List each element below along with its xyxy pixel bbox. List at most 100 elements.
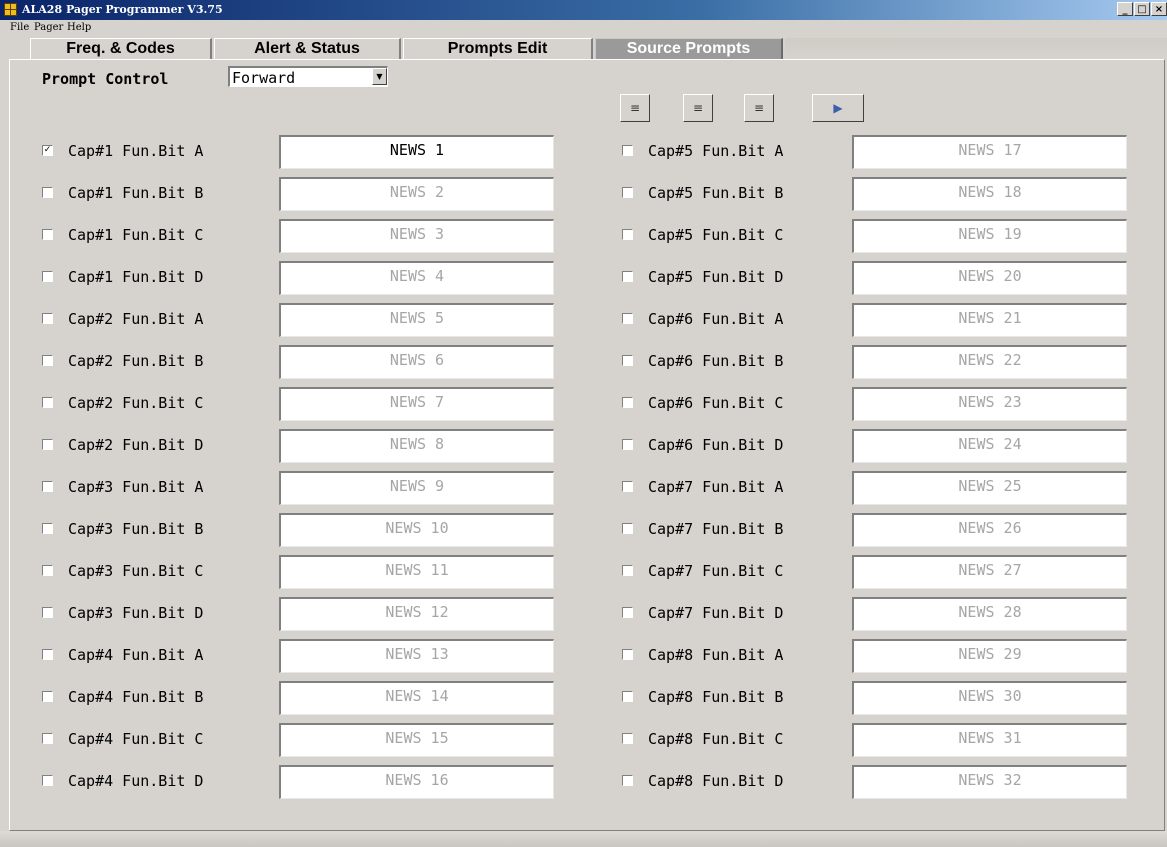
prompt-control-select[interactable]: Forward ▼: [228, 66, 388, 87]
prompt-text-field[interactable]: NEWS 17: [852, 135, 1127, 169]
prompt-text-field[interactable]: NEWS 5: [279, 303, 554, 337]
close-button[interactable]: ×: [1151, 2, 1167, 16]
prompt-text-value: NEWS 9: [389, 477, 445, 495]
prompt-checkbox[interactable]: [42, 229, 53, 240]
prompt-checkbox[interactable]: [42, 733, 53, 744]
prompt-text-field[interactable]: NEWS 26: [852, 513, 1127, 547]
prompt-checkbox[interactable]: [42, 271, 53, 282]
prompt-text-field[interactable]: NEWS 15: [279, 723, 554, 757]
tab-prompts-edit[interactable]: Prompts Edit: [403, 38, 593, 59]
prompt-checkbox[interactable]: [622, 523, 633, 534]
align-left-icon: ≡: [753, 101, 765, 115]
prompt-text-value: NEWS 13: [385, 645, 449, 663]
prompt-text-field[interactable]: NEWS 14: [279, 681, 554, 715]
prompt-label: Cap#8 Fun.Bit B: [648, 688, 784, 706]
tab-alert-status[interactable]: Alert & Status: [214, 38, 401, 59]
menu-bar: File Pager Help: [0, 20, 1167, 36]
prompt-text-value: NEWS 4: [389, 267, 445, 285]
prompt-text-field[interactable]: NEWS 19: [852, 219, 1127, 253]
prompt-text-field[interactable]: NEWS 24: [852, 429, 1127, 463]
maximize-button[interactable]: □: [1134, 2, 1150, 16]
prompt-text-field[interactable]: NEWS 29: [852, 639, 1127, 673]
align-right-button[interactable]: ≡: [620, 94, 650, 122]
prompt-label: Cap#7 Fun.Bit A: [648, 478, 784, 496]
prompt-text-field[interactable]: NEWS 1: [279, 135, 554, 169]
prompt-text-field[interactable]: NEWS 25: [852, 471, 1127, 505]
prompt-text-field[interactable]: NEWS 13: [279, 639, 554, 673]
prompt-checkbox[interactable]: [622, 649, 633, 660]
menu-pager[interactable]: Pager: [34, 22, 63, 33]
prompt-checkbox[interactable]: [622, 397, 633, 408]
prompt-text-field[interactable]: NEWS 32: [852, 765, 1127, 799]
prompt-text-field[interactable]: NEWS 28: [852, 597, 1127, 631]
prompt-text-field[interactable]: NEWS 8: [279, 429, 554, 463]
prompt-checkbox[interactable]: [42, 187, 53, 198]
prompt-checkbox[interactable]: [622, 271, 633, 282]
prompt-checkbox[interactable]: [42, 313, 53, 324]
prompt-text-value: NEWS 17: [958, 141, 1022, 159]
prompt-text-field[interactable]: NEWS 2: [279, 177, 554, 211]
prompt-label: Cap#3 Fun.Bit A: [68, 478, 204, 496]
chevron-down-icon[interactable]: ▼: [372, 68, 387, 85]
tab-source-prompts[interactable]: Source Prompts: [595, 38, 783, 59]
prompt-text-field[interactable]: NEWS 31: [852, 723, 1127, 757]
prompt-checkbox[interactable]: ✓: [42, 145, 53, 156]
prompt-checkbox[interactable]: [42, 565, 53, 576]
prompt-checkbox[interactable]: [42, 775, 53, 786]
prompt-text-value: NEWS 29: [958, 645, 1022, 663]
prompt-text-value: NEWS 10: [385, 519, 449, 537]
prompt-text-field[interactable]: NEWS 4: [279, 261, 554, 295]
prompt-row: Cap#7 Fun.Bit A NEWS 25: [622, 471, 1127, 505]
prompt-checkbox[interactable]: [42, 649, 53, 660]
prompt-text-field[interactable]: NEWS 23: [852, 387, 1127, 421]
menu-help[interactable]: Help: [67, 22, 91, 33]
menu-file[interactable]: File: [10, 22, 29, 33]
prompt-text-field[interactable]: NEWS 16: [279, 765, 554, 799]
tab-freq-codes[interactable]: Freq. & Codes: [30, 38, 212, 59]
prompt-text-value: NEWS 12: [385, 603, 449, 621]
prompt-checkbox[interactable]: [622, 775, 633, 786]
prompt-checkbox[interactable]: [622, 229, 633, 240]
prompt-text-field[interactable]: NEWS 7: [279, 387, 554, 421]
prompt-checkbox[interactable]: [622, 565, 633, 576]
prompt-checkbox[interactable]: [42, 439, 53, 450]
prompt-text-field[interactable]: NEWS 11: [279, 555, 554, 589]
prompt-text-field[interactable]: NEWS 18: [852, 177, 1127, 211]
prompt-text-field[interactable]: NEWS 9: [279, 471, 554, 505]
prompt-text-field[interactable]: NEWS 21: [852, 303, 1127, 337]
prompt-checkbox[interactable]: [622, 439, 633, 450]
prompt-label: Cap#6 Fun.Bit D: [648, 436, 784, 454]
prompt-text-value: NEWS 15: [385, 729, 449, 747]
prompt-label: Cap#8 Fun.Bit A: [648, 646, 784, 664]
prompt-checkbox[interactable]: [622, 607, 633, 618]
prompt-text-field[interactable]: NEWS 30: [852, 681, 1127, 715]
prompt-checkbox[interactable]: [622, 145, 633, 156]
prompt-checkbox[interactable]: [622, 481, 633, 492]
apply-icon: ▶: [833, 101, 843, 115]
prompt-text-field[interactable]: NEWS 6: [279, 345, 554, 379]
prompt-checkbox[interactable]: [42, 607, 53, 618]
prompt-text-field[interactable]: NEWS 20: [852, 261, 1127, 295]
prompt-text-value: NEWS 1: [389, 141, 445, 159]
prompt-checkbox[interactable]: [622, 313, 633, 324]
prompt-checkbox[interactable]: [622, 691, 633, 702]
prompt-checkbox[interactable]: [42, 481, 53, 492]
prompt-row: Cap#7 Fun.Bit C NEWS 27: [622, 555, 1127, 589]
prompt-checkbox[interactable]: [622, 355, 633, 366]
prompt-text-field[interactable]: NEWS 3: [279, 219, 554, 253]
prompt-checkbox[interactable]: [622, 187, 633, 198]
prompt-checkbox[interactable]: [622, 733, 633, 744]
prompt-label: Cap#7 Fun.Bit D: [648, 604, 784, 622]
prompt-text-field[interactable]: NEWS 27: [852, 555, 1127, 589]
prompt-checkbox[interactable]: [42, 355, 53, 366]
prompt-text-field[interactable]: NEWS 22: [852, 345, 1127, 379]
prompt-checkbox[interactable]: [42, 691, 53, 702]
prompt-text-field[interactable]: NEWS 12: [279, 597, 554, 631]
prompt-checkbox[interactable]: [42, 397, 53, 408]
apply-button[interactable]: ▶: [812, 94, 864, 122]
prompt-text-field[interactable]: NEWS 10: [279, 513, 554, 547]
align-left-button[interactable]: ≡: [744, 94, 774, 122]
minimize-button[interactable]: _: [1117, 2, 1133, 16]
prompt-checkbox[interactable]: [42, 523, 53, 534]
align-center-button[interactable]: ≡: [683, 94, 713, 122]
